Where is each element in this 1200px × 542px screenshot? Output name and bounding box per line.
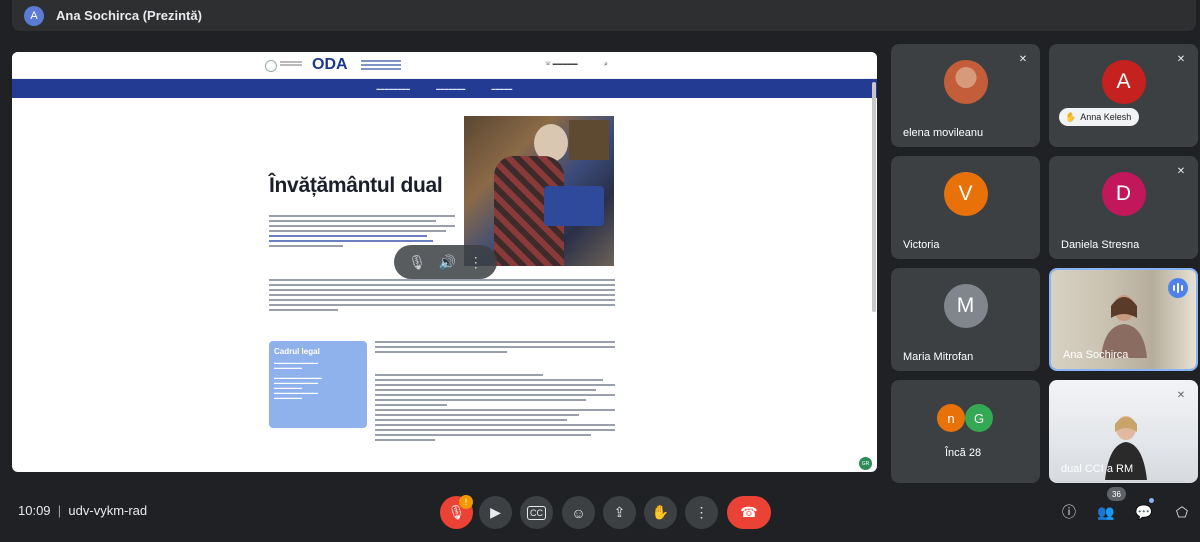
nav-item[interactable]: ▬▬▬▬▬: [492, 86, 513, 91]
camera-toggle-button[interactable]: ▶: [479, 496, 512, 529]
chat-button[interactable]: 💬: [1132, 500, 1156, 524]
warning-badge: !: [459, 495, 473, 509]
participant-tile[interactable]: ✕ elena movileanu: [891, 44, 1040, 147]
participant-name: elena movileanu: [903, 127, 984, 139]
participant-tile[interactable]: ✕ dual CCI a RM: [1049, 380, 1198, 483]
avatar: A: [1101, 60, 1146, 104]
clock-time: 10:09: [18, 503, 51, 518]
captions-icon: CC: [527, 505, 546, 520]
leave-call-button[interactable]: ☎: [727, 496, 771, 529]
participant-name: Maria Mitrofan: [903, 351, 974, 363]
raise-hand-button[interactable]: ✋: [644, 496, 677, 529]
presentation-controls: 🎙 🔊 ⋮: [394, 245, 497, 279]
speaking-indicator-icon: [1168, 278, 1188, 298]
participant-name: Ana Sochirca: [1063, 349, 1129, 361]
present-button[interactable]: ⇪: [603, 496, 636, 529]
hang-up-icon: ☎: [740, 504, 758, 520]
info-icon: ⓘ: [1062, 504, 1076, 520]
participant-name: Victoria: [903, 239, 940, 251]
avatar: M: [943, 284, 988, 328]
oda-logo: ODA: [312, 56, 348, 73]
seal-caption: [280, 61, 302, 69]
gr-badge: GR: [859, 457, 872, 470]
avatar: G: [965, 404, 993, 432]
avatar: n: [937, 404, 965, 432]
nav-item[interactable]: ▬▬▬▬▬▬▬: [436, 86, 465, 91]
meeting-code: udv-vykm-rad: [68, 503, 148, 518]
participant-name: dual CCI a RM: [1061, 463, 1134, 475]
nav-item[interactable]: ▬▬▬▬▬▬▬▬: [376, 86, 410, 91]
presenter-avatar: A: [24, 5, 44, 26]
meeting-info: 10:09 | udv-vykm-rad: [18, 503, 147, 518]
participant-name: Daniela Stresna: [1061, 239, 1140, 251]
more-vert-icon[interactable]: ⋮: [469, 254, 483, 271]
participant-tile[interactable]: A ✕ ✋ Anna Kelesh: [1049, 44, 1198, 147]
chat-notification-dot: [1149, 498, 1154, 503]
mic-off-icon: ✕: [1018, 53, 1028, 65]
others-tile[interactable]: n G Încă 28: [891, 380, 1040, 483]
mic-off-icon[interactable]: 🎙: [408, 254, 426, 271]
participant-tile[interactable]: D ✕ Daniela Stresna: [1049, 156, 1198, 259]
participant-tile[interactable]: V Victoria: [891, 156, 1040, 259]
avatar: [943, 60, 988, 104]
more-vert-icon: ⋮: [694, 504, 709, 520]
camera-icon: ▶: [490, 504, 501, 520]
oda-logo-caption: [361, 60, 401, 72]
emoji-icon: ☺: [571, 504, 586, 521]
seal-icon: [265, 60, 277, 72]
hand-icon: ✋: [651, 504, 670, 520]
phone-icon: ☏ ▬▬▬▬▬: [545, 61, 578, 67]
participant-name: Încă 28: [945, 447, 982, 459]
raised-hand-chip: ✋ Anna Kelesh: [1059, 108, 1140, 126]
avatar: D: [1101, 172, 1146, 216]
website-header: ODA ☏ ▬▬▬▬▬ ⌕: [12, 52, 877, 79]
shared-screen: ODA ☏ ▬▬▬▬▬ ⌕ ▬▬▬▬▬▬▬▬ ▬▬▬▬▬▬▬ ▬▬▬▬▬ Înv…: [12, 52, 877, 472]
search-icon[interactable]: ⌕: [604, 61, 608, 69]
compensation-paragraph: [375, 341, 615, 356]
mic-off-icon: ✕: [1176, 165, 1186, 177]
page-scrollbar[interactable]: [872, 82, 876, 312]
person-silhouette: [1101, 295, 1147, 358]
participant-tile[interactable]: M Maria Mitrofan: [891, 268, 1040, 371]
people-icon: 👥: [1097, 503, 1115, 520]
more-options-button[interactable]: ⋮: [685, 496, 718, 529]
mic-off-icon: ✕: [1176, 389, 1186, 401]
captions-button[interactable]: CC: [520, 496, 553, 529]
support-paragraph: [269, 279, 615, 314]
activities-button[interactable]: ⬠: [1170, 500, 1194, 524]
separator: |: [57, 503, 62, 518]
participant-tile-speaking[interactable]: Ana Sochirca: [1049, 268, 1198, 371]
people-count-badge: 36: [1107, 487, 1126, 501]
hero-photo: [464, 116, 614, 266]
hand-icon: ✋: [1065, 111, 1077, 122]
present-screen-icon: ⇪: [613, 504, 626, 520]
website-nav: ▬▬▬▬▬▬▬▬ ▬▬▬▬▬▬▬ ▬▬▬▬▬: [12, 79, 877, 98]
people-button[interactable]: 👥: [1094, 500, 1118, 524]
presenter-label: Ana Sochirca (Prezintă): [56, 8, 202, 23]
legal-framework-links[interactable]: ▬▬▬▬▬▬▬▬▬▬▬ ▬▬▬▬▬▬▬ ▬▬▬▬▬▬▬▬▬▬▬▬ ▬▬▬▬▬▬▬▬▬▬…: [274, 360, 362, 400]
page-heading: Învățământul dual: [269, 174, 443, 197]
reactions-button[interactable]: ☺: [562, 496, 595, 529]
avatar: V: [943, 172, 988, 216]
presenter-bar: A Ana Sochirca (Prezintă): [12, 0, 1196, 31]
legal-framework-title: Cadrul legal: [274, 347, 320, 356]
meeting-details-button[interactable]: ⓘ: [1057, 500, 1081, 524]
volume-icon[interactable]: 🔊: [439, 254, 456, 271]
participant-name: Anna Kelesh: [1080, 112, 1132, 122]
eligible-costs-list: [375, 374, 615, 444]
mic-off-icon: ✕: [1176, 53, 1186, 65]
activities-icon: ⬠: [1175, 503, 1189, 520]
chat-icon: 💬: [1135, 503, 1153, 520]
meeting-toolbar: 10:09 | udv-vykm-rad 🎙 ! ▶ CC ☺ ⇪ ✋ ⋮ ☎ …: [0, 482, 1200, 542]
legal-framework-box: Cadrul legal ▬▬▬▬▬▬▬▬▬▬▬ ▬▬▬▬▬▬▬ ▬▬▬▬▬▬▬▬▬…: [269, 341, 367, 428]
